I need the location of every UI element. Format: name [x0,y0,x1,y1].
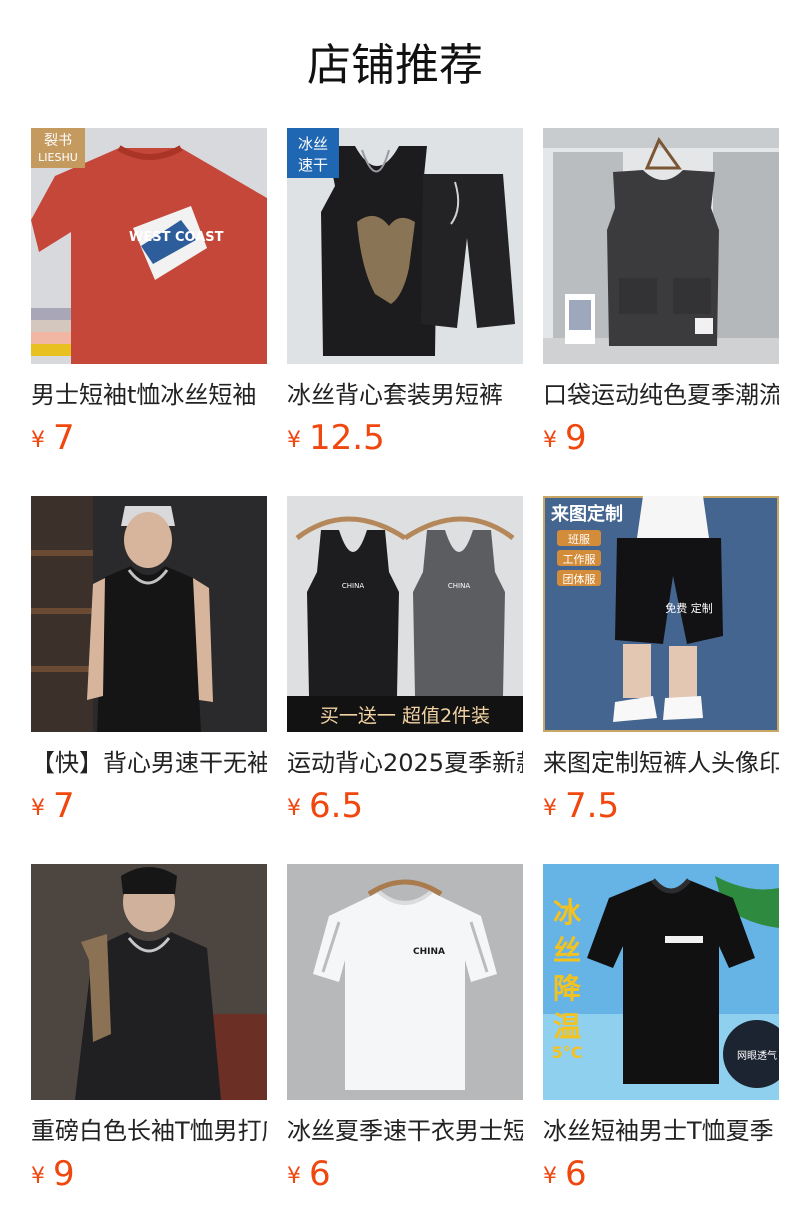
pocket-vest-image [543,128,779,364]
promo-banner-text: 买一送一 超值2件装 [320,705,490,727]
product-card-6[interactable]: 来图定制 班服 工作服 团体服 免费 定制 来图定制短裤人头像印 ¥7.5 [543,496,779,836]
product-price: ¥6 [287,1152,331,1196]
white-tshirt-image: CHINA [287,864,523,1100]
price-value: 6 [309,1154,331,1194]
two-tank-tops-image: CHINA CHINA 买一送一 超值2件装 [287,496,523,732]
badge-bottom: 速干 [298,156,328,174]
black-vest-model-image [31,496,267,732]
product-image[interactable]: 网眼透气 冰 丝 降 温 5°C [543,864,779,1100]
product-name[interactable]: 运动背心2025夏季新款 [287,746,523,780]
product-name[interactable]: 男士短袖t恤冰丝短袖 [31,378,267,412]
product-name[interactable]: 【快】背心男速干无袖 [31,746,267,780]
ice-silk-tshirt-image: 网眼透气 冰 丝 降 温 5°C [543,864,779,1100]
mesh-badge-text: 网眼透气 [737,1049,777,1062]
currency-symbol: ¥ [543,796,557,821]
product-name[interactable]: 来图定制短裤人头像印 [543,746,779,780]
product-image[interactable]: CHINA [287,864,523,1100]
shirt-print-text-2: CHINA [448,582,470,590]
product-card-2[interactable]: 冰丝 速干 冰丝背心套装男短裤 ¥12.5 [287,128,523,468]
price-value: 6 [565,1154,587,1194]
product-price: ¥12.5 [287,416,385,460]
currency-symbol: ¥ [287,796,301,821]
price-value: 9 [53,1154,75,1194]
product-card-9[interactable]: 网眼透气 冰 丝 降 温 5°C 冰丝短袖男士T恤夏季 ¥6 [543,864,779,1204]
side-text-5: 5°C [552,1043,583,1062]
tag-class-uniform: 班服 [568,533,590,546]
recommend-page: 店铺推荐 WEST COAST 裂书 LIESHU 男士短袖t恤冰丝短袖 ¥ 7… [0,0,790,1232]
side-text-4: 温 [553,1010,581,1043]
long-sleeve-model-image [31,864,267,1100]
product-price: ¥7 [31,416,75,460]
shorts-print-text: 免费 定制 [665,601,713,615]
currency-symbol: ¥ [287,428,301,453]
shirt-print-text: CHINA [413,947,445,957]
product-card-5[interactable]: CHINA CHINA 买一送一 超值2件装 运动背心2025夏季新款 ¥6.5 [287,496,523,836]
product-price: ¥7 [31,784,75,828]
vest-shorts-set-image: 冰丝 速干 [287,128,523,364]
currency-symbol: ¥ [31,428,45,453]
currency-symbol: ¥ [31,796,45,821]
page-title: 店铺推荐 [307,40,483,91]
brand-badge-top: 裂书 [44,133,72,149]
tag-team-uniform: 团体服 [563,572,596,586]
product-name[interactable]: 冰丝短袖男士T恤夏季 [543,1114,779,1148]
product-price: ¥9 [543,416,587,460]
product-card-1[interactable]: WEST COAST 裂书 LIESHU 男士短袖t恤冰丝短袖 ¥7 [31,128,267,468]
side-text-3: 降 [553,972,582,1005]
side-text-2: 丝 [553,934,581,967]
product-image[interactable]: CHINA CHINA 买一送一 超值2件装 [287,496,523,732]
product-price: ¥7.5 [543,784,619,828]
product-price: ¥9 [31,1152,75,1196]
custom-shorts-image: 来图定制 班服 工作服 团体服 免费 定制 [543,496,779,732]
product-card-4[interactable]: 【快】背心男速干无袖 ¥7 [31,496,267,836]
price-value: 9 [565,418,587,458]
product-image[interactable]: WEST COAST 裂书 LIESHU [31,128,267,364]
product-image[interactable]: 冰丝 速干 [287,128,523,364]
currency-symbol: ¥ [31,1164,45,1189]
product-card-3[interactable]: 口袋运动纯色夏季潮流 ¥9 [543,128,779,468]
shirt-print-text-1: CHINA [342,582,364,590]
product-card-7[interactable]: 重磅白色长袖T恤男打底 ¥9 [31,864,267,1204]
badge-top: 冰丝 [298,135,328,153]
product-image[interactable]: 来图定制 班服 工作服 团体服 免费 定制 [543,496,779,732]
price-value: 7 [53,786,75,826]
product-name[interactable]: 冰丝背心套装男短裤 [287,378,523,412]
price-value: 7 [53,418,75,458]
product-image[interactable] [31,496,267,732]
product-price: ¥6.5 [287,784,363,828]
currency-symbol: ¥ [543,428,557,453]
product-price: ¥6 [543,1152,587,1196]
red-tshirt-image: WEST COAST 裂书 LIESHU [31,128,267,364]
currency-symbol: ¥ [287,1164,301,1189]
side-text-1: 冰 [553,896,582,929]
product-name[interactable]: 冰丝夏季速干衣男士短袖 [287,1114,523,1148]
shirt-print-text: WEST COAST [129,230,224,245]
price-value: 12.5 [309,418,385,458]
tag-work-uniform: 工作服 [563,553,596,566]
price-value: 7.5 [565,786,620,826]
currency-symbol: ¥ [543,1164,557,1189]
custom-banner-title: 来图定制 [550,503,623,525]
product-image[interactable] [31,864,267,1100]
price-value: 6.5 [309,786,364,826]
brand-badge-bottom: LIESHU [38,151,78,164]
product-card-8[interactable]: CHINA 冰丝夏季速干衣男士短袖 ¥6 [287,864,523,1204]
product-name[interactable]: 重磅白色长袖T恤男打底 [31,1114,267,1148]
product-image[interactable] [543,128,779,364]
product-name[interactable]: 口袋运动纯色夏季潮流 [543,378,779,412]
